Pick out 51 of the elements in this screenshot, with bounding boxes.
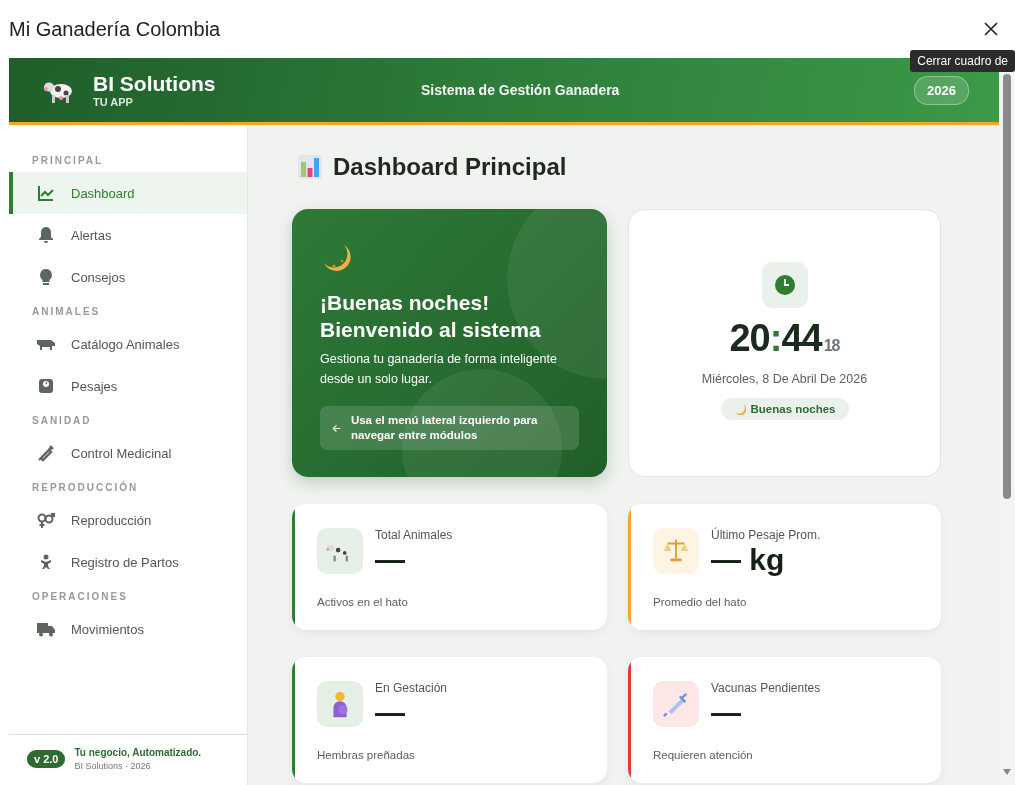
stat-value: — bbox=[375, 695, 406, 731]
footer-credit: BI Solutions · 2026 bbox=[74, 761, 152, 771]
close-icon[interactable] bbox=[984, 22, 998, 36]
scroll-down-icon[interactable] bbox=[1003, 769, 1011, 775]
nav-item[interactable]: Pesajes bbox=[9, 365, 247, 407]
stat-label: Último Pesaje Prom. bbox=[711, 528, 821, 542]
nav-item[interactable]: Control Medicinal bbox=[9, 432, 247, 474]
section-label: REPRODUCCIÓN bbox=[31, 480, 140, 495]
version-badge: v 2.0 bbox=[27, 750, 66, 768]
section-label: PRINCIPAL bbox=[31, 154, 105, 168]
hint-text: Usa el menú lateral izquierdo para navegar entre módulos bbox=[350, 413, 539, 443]
scale-icon bbox=[36, 376, 56, 396]
section-label: OPERACIONES bbox=[31, 590, 129, 604]
stat-note: Promedio del hato bbox=[653, 596, 748, 608]
stat-value: — kg bbox=[711, 542, 786, 578]
close-tooltip: Cerrar cuadro de bbox=[910, 50, 1015, 72]
page-title: Dashboard Principal bbox=[333, 153, 567, 181]
stat-label: Total Animales bbox=[375, 528, 453, 542]
welcome-text: Gestiona tu ganadería de forma inteligente desde un solo lugar. bbox=[320, 351, 558, 388]
stat-note: Requieren atención bbox=[653, 749, 754, 761]
bell-icon bbox=[36, 225, 56, 245]
nav-item[interactable]: Catálogo Animales bbox=[9, 323, 247, 365]
nav-item[interactable]: Movimientos bbox=[9, 608, 247, 650]
syringe-icon bbox=[36, 443, 56, 463]
clock-icon bbox=[761, 262, 808, 308]
brand-name: BI Solutions bbox=[93, 72, 216, 96]
nav-item[interactable]: Reproducción bbox=[9, 499, 247, 541]
nav-item[interactable]: Alertas bbox=[9, 214, 247, 256]
nav-item[interactable]: Dashboard bbox=[9, 172, 247, 214]
section-label: SANIDAD bbox=[31, 414, 93, 428]
greeting-badge: Buenas noches bbox=[720, 398, 849, 420]
clock-date: Miércoles, 8 De Abril De 2026 bbox=[701, 372, 868, 386]
clock-time: 20:4418 bbox=[729, 318, 840, 361]
welcome-heading: ¡Buenas noches! Bienvenido al sistema bbox=[320, 290, 542, 343]
chart-icon bbox=[36, 183, 56, 203]
window-title: Mi Ganadería Colombia bbox=[9, 17, 222, 41]
section-label: ANIMALES bbox=[31, 305, 102, 319]
nav-item[interactable]: Consejos bbox=[9, 256, 247, 298]
bar-chart-icon bbox=[297, 154, 323, 180]
year-badge: 2026 bbox=[914, 75, 969, 105]
stat-label: Vacunas Pendientes bbox=[711, 681, 821, 695]
gender-icon bbox=[36, 510, 56, 530]
stat-note: Hembras preñadas bbox=[317, 749, 416, 761]
stat-value: — bbox=[711, 695, 742, 731]
stat-note: Activos en el hato bbox=[317, 596, 409, 608]
brand-tagline: TU APP bbox=[93, 96, 134, 108]
footer-tagline: Tu negocio, Automatizado. bbox=[74, 747, 202, 758]
stat-value: — bbox=[375, 542, 406, 578]
nav-item[interactable]: Registro de Partos bbox=[9, 541, 247, 583]
stat-label: En Gestación bbox=[375, 681, 448, 695]
header-title: Sistema de Gestión Ganadera bbox=[421, 82, 621, 98]
